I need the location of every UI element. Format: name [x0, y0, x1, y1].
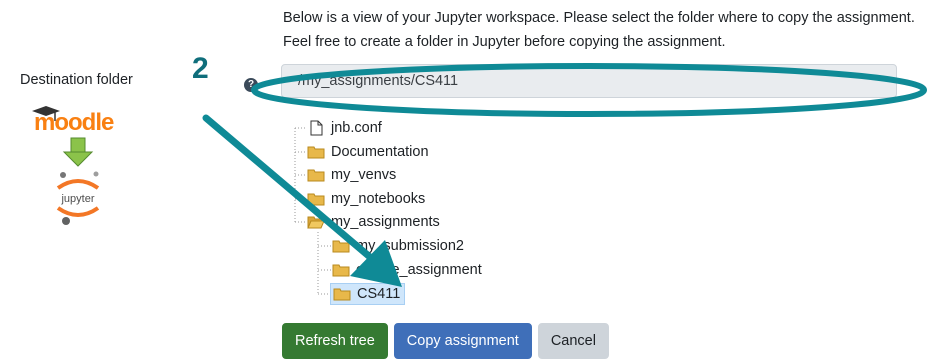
tree-item-my-venvs[interactable]: my_venvs — [307, 164, 396, 186]
tree-item-label: my_submission2 — [356, 238, 464, 254]
folder-icon — [332, 240, 350, 253]
folder-icon — [307, 146, 325, 159]
step-number-label: 2 — [192, 52, 209, 85]
tree-item-label: my_notebooks — [331, 191, 426, 207]
tree-item-my-notebooks[interactable]: my_notebooks — [307, 188, 425, 210]
jupyter-logo-text: jupyter — [60, 193, 94, 205]
help-icon[interactable]: ? — [244, 78, 258, 92]
tree-item-documentation[interactable]: Documentation — [307, 141, 429, 163]
copy-assignment-button[interactable]: Copy assignment — [393, 323, 532, 359]
folder-tree: jnb.conf Documentation my_venvs my_noteb… — [285, 114, 545, 314]
tree-item-course-assignment[interactable]: course_assignment — [332, 259, 482, 281]
folder-open-icon — [307, 216, 325, 229]
green-down-arrow-icon — [62, 137, 94, 167]
instructions-line-2: Feel free to create a folder in Jupyter … — [283, 34, 726, 50]
folder-icon — [332, 264, 350, 277]
file-icon — [310, 120, 323, 136]
jupyter-logo: jupyter — [56, 171, 100, 225]
tree-item-label: jnb.conf — [331, 120, 382, 136]
folder-icon — [307, 193, 325, 206]
tree-item-jnb-conf[interactable]: jnb.conf — [307, 117, 382, 139]
moodle-logo: moodle — [32, 106, 115, 136]
cancel-button[interactable]: Cancel — [537, 323, 609, 359]
tree-item-label: my_venvs — [331, 167, 397, 183]
destination-folder-label: Destination folder — [20, 72, 133, 88]
tree-item-my-assignments[interactable]: my_assignments — [307, 211, 440, 233]
action-buttons: Refresh tree Copy assignment Cancel — [282, 323, 609, 359]
tree-item-label: CS411 — [357, 286, 401, 302]
refresh-tree-button[interactable]: Refresh tree — [282, 323, 388, 359]
moodle-logo-text: moodle — [34, 109, 114, 136]
tree-item-cs411[interactable]: CS411 — [330, 283, 406, 305]
instructions-text: Below is a view of your Jupyter workspac… — [283, 6, 923, 54]
folder-icon — [333, 288, 351, 301]
destination-path-input[interactable] — [281, 64, 897, 98]
tree-item-my-submission2[interactable]: my_submission2 — [332, 235, 464, 257]
tree-item-label: my_assignments — [331, 214, 440, 230]
tree-item-label: course_assignment — [356, 262, 482, 278]
folder-icon — [307, 169, 325, 182]
tree-item-label: Documentation — [331, 144, 429, 160]
instructions-line-1: Below is a view of your Jupyter workspac… — [283, 10, 915, 26]
moodle-to-jupyter-logos: moodle jupyter — [28, 104, 132, 234]
